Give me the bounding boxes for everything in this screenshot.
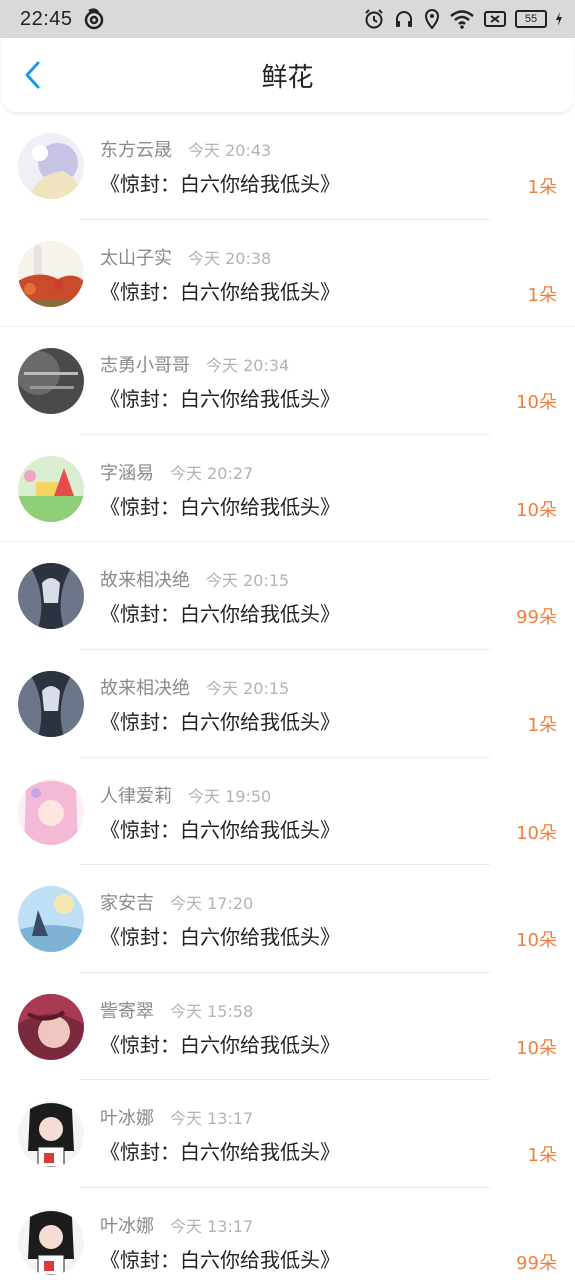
flower-count: 1朵 bbox=[527, 177, 557, 198]
flower-count: 10朵 bbox=[516, 1037, 557, 1059]
flower-count: 1朵 bbox=[527, 1145, 557, 1167]
timestamp: 今天 15:58 bbox=[170, 1001, 254, 1021]
page-title: 鲜花 bbox=[261, 62, 314, 93]
book-title[interactable]: 《惊封：白六你给我低头》 bbox=[100, 276, 340, 305]
avatar[interactable] bbox=[18, 778, 84, 845]
book-title[interactable]: 《惊封：白六你给我低头》 bbox=[100, 491, 340, 520]
avatar[interactable] bbox=[18, 455, 84, 522]
avatar[interactable] bbox=[18, 563, 84, 630]
timestamp: 今天 20:43 bbox=[188, 141, 272, 160]
flower-count: 1朵 bbox=[527, 284, 557, 306]
flower-count: 10朵 bbox=[516, 822, 557, 844]
name-line: 故来相决绝 今天 20:15 bbox=[100, 674, 289, 700]
name-line: 字涵易 今天 20:27 bbox=[100, 459, 253, 485]
wifi-icon bbox=[449, 8, 475, 30]
user-name[interactable]: 叶冰娜 bbox=[100, 1104, 154, 1130]
flower-count: 99朵 bbox=[516, 607, 557, 629]
status-bar: 22:45 55 bbox=[0, 0, 575, 38]
list-item[interactable]: 东方云晟 今天 20:43 《惊封：白六你给我低头》 1朵 bbox=[0, 112, 575, 220]
timestamp: 今天 13:17 bbox=[170, 1109, 254, 1129]
user-name[interactable]: 东方云晟 bbox=[100, 136, 172, 162]
book-title[interactable]: 《惊封：白六你给我低头》 bbox=[100, 1029, 340, 1058]
timestamp: 今天 13:17 bbox=[170, 1216, 254, 1236]
book-title[interactable]: 《惊封：白六你给我低头》 bbox=[100, 921, 340, 950]
name-line: 东方云晟 今天 20:43 bbox=[100, 136, 271, 162]
no-sim-icon bbox=[483, 9, 507, 29]
spiral-app-icon bbox=[83, 8, 105, 30]
timestamp: 今天 19:50 bbox=[188, 786, 272, 806]
name-line: 訾寄翠 今天 15:58 bbox=[100, 997, 253, 1023]
list-item[interactable]: 志勇小哥哥 今天 20:34 《惊封：白六你给我低头》 10朵 bbox=[0, 327, 575, 435]
user-name[interactable]: 故来相决绝 bbox=[100, 566, 190, 592]
list-item[interactable]: 叶冰娜 今天 13:17 《惊封：白六你给我低头》 1朵 bbox=[0, 1080, 575, 1188]
book-title[interactable]: 《惊封：白六你给我低头》 bbox=[100, 706, 340, 735]
name-line: 人律爱莉 今天 19:50 bbox=[100, 782, 271, 808]
book-title[interactable]: 《惊封：白六你给我低头》 bbox=[100, 383, 340, 412]
flower-count: 10朵 bbox=[516, 392, 557, 414]
list-item[interactable]: 叶冰娜 今天 13:17 《惊封：白六你给我低头》 99朵 bbox=[0, 1188, 575, 1280]
timestamp: 今天 20:38 bbox=[188, 248, 272, 268]
avatar[interactable] bbox=[18, 1101, 84, 1168]
flower-list: 东方云晟 今天 20:43 《惊封：白六你给我低头》 1朵 太山子实 今天 20… bbox=[0, 112, 575, 1280]
flower-count: 10朵 bbox=[516, 930, 557, 952]
flower-count: 99朵 bbox=[516, 1252, 557, 1274]
headset-icon bbox=[393, 8, 415, 30]
status-time: 22:45 bbox=[20, 7, 73, 30]
avatar[interactable] bbox=[18, 240, 84, 307]
timestamp: 今天 20:34 bbox=[206, 356, 290, 376]
location-icon bbox=[423, 8, 441, 30]
book-title[interactable]: 《惊封：白六你给我低头》 bbox=[100, 814, 340, 843]
user-name[interactable]: 故来相决绝 bbox=[100, 674, 190, 700]
user-name[interactable]: 太山子实 bbox=[100, 244, 172, 270]
back-button[interactable] bbox=[18, 60, 48, 90]
timestamp: 今天 17:20 bbox=[170, 894, 254, 914]
list-item[interactable]: 家安吉 今天 17:20 《惊封：白六你给我低头》 10朵 bbox=[0, 865, 575, 973]
app-header: 鲜花 bbox=[2, 38, 573, 112]
avatar[interactable] bbox=[18, 670, 84, 737]
user-name[interactable]: 叶冰娜 bbox=[100, 1212, 154, 1238]
charging-icon bbox=[555, 12, 563, 26]
flower-count: 1朵 bbox=[527, 714, 557, 736]
alarm-icon bbox=[363, 8, 385, 30]
flower-count: 10朵 bbox=[516, 499, 557, 521]
user-name[interactable]: 字涵易 bbox=[100, 459, 154, 485]
user-name[interactable]: 訾寄翠 bbox=[100, 997, 154, 1023]
name-line: 叶冰娜 今天 13:17 bbox=[100, 1212, 253, 1238]
timestamp: 今天 20:15 bbox=[206, 571, 290, 591]
list-item[interactable]: 人律爱莉 今天 19:50 《惊封：白六你给我低头》 10朵 bbox=[0, 758, 575, 866]
avatar[interactable] bbox=[18, 886, 84, 953]
book-title[interactable]: 《惊封：白六你给我低头》 bbox=[100, 1136, 340, 1165]
avatar[interactable] bbox=[18, 1208, 84, 1275]
book-title[interactable]: 《惊封：白六你给我低头》 bbox=[100, 1244, 340, 1273]
list-item[interactable]: 訾寄翠 今天 15:58 《惊封：白六你给我低头》 10朵 bbox=[0, 973, 575, 1081]
chevron-left-icon bbox=[25, 61, 40, 89]
book-title[interactable]: 《惊封：白六你给我低头》 bbox=[100, 168, 340, 197]
list-item[interactable]: 字涵易 今天 20:27 《惊封：白六你给我低头》 10朵 bbox=[0, 435, 575, 543]
list-item[interactable]: 太山子实 今天 20:38 《惊封：白六你给我低头》 1朵 bbox=[0, 220, 575, 328]
user-name[interactable]: 人律爱莉 bbox=[100, 782, 172, 808]
avatar[interactable] bbox=[18, 993, 84, 1060]
name-line: 太山子实 今天 20:38 bbox=[100, 244, 271, 270]
avatar[interactable] bbox=[18, 133, 84, 199]
user-name[interactable]: 家安吉 bbox=[100, 889, 154, 915]
book-title[interactable]: 《惊封：白六你给我低头》 bbox=[100, 598, 340, 627]
avatar[interactable] bbox=[18, 348, 84, 415]
name-line: 故来相决绝 今天 20:15 bbox=[100, 566, 289, 592]
name-line: 志勇小哥哥 今天 20:34 bbox=[100, 351, 289, 377]
timestamp: 今天 20:15 bbox=[206, 678, 290, 698]
status-left: 22:45 bbox=[20, 8, 105, 31]
list-item[interactable]: 故来相决绝 今天 20:15 《惊封：白六你给我低头》 1朵 bbox=[0, 650, 575, 758]
status-right: 55 bbox=[363, 8, 563, 30]
timestamp: 今天 20:27 bbox=[170, 463, 254, 483]
name-line: 叶冰娜 今天 13:17 bbox=[100, 1104, 253, 1130]
name-line: 家安吉 今天 17:20 bbox=[100, 889, 253, 915]
user-name[interactable]: 志勇小哥哥 bbox=[100, 351, 190, 377]
battery-indicator: 55 bbox=[515, 10, 547, 28]
list-item[interactable]: 故来相决绝 今天 20:15 《惊封：白六你给我低头》 99朵 bbox=[0, 542, 575, 650]
